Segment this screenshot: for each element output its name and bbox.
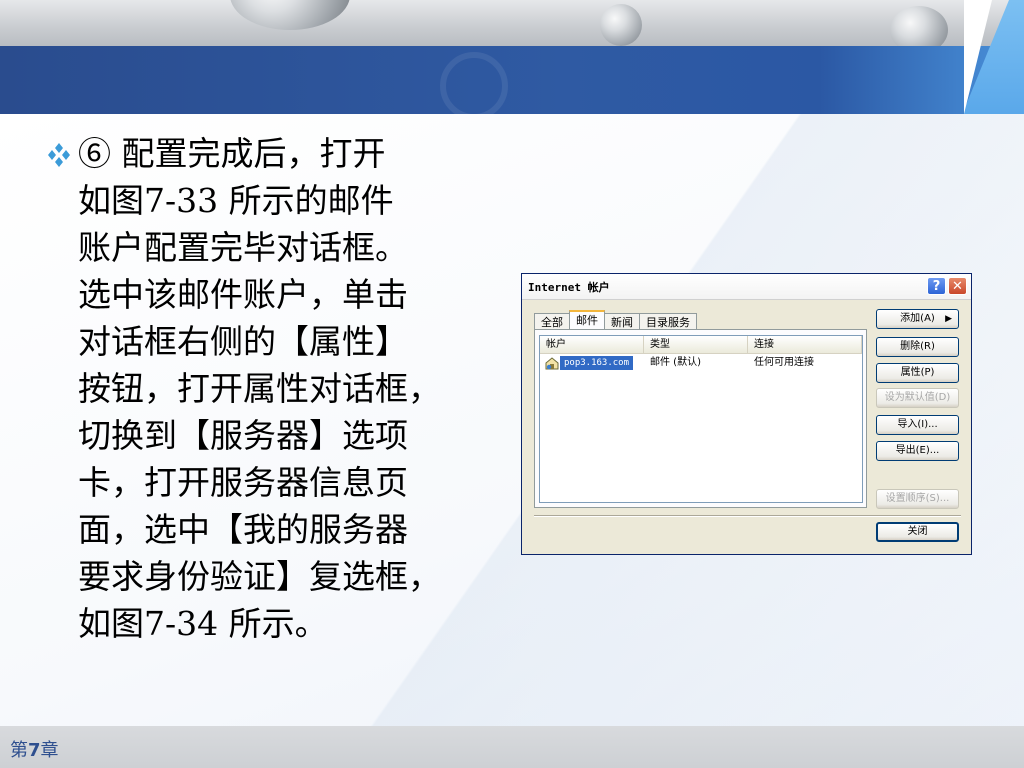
close-window-button[interactable]: ✕ bbox=[948, 277, 967, 295]
chapter-label: 第7章 bbox=[10, 736, 59, 762]
dialog-title: Internet 帐户 bbox=[528, 281, 610, 294]
add-button[interactable]: 添加(A) ▶ bbox=[876, 309, 959, 329]
water-drop-decoration bbox=[890, 6, 948, 46]
mail-tab-panel: 帐户 类型 连接 pop3.163.com 邮件 (默认) 任何可用连接 bbox=[534, 329, 867, 508]
import-button[interactable]: 导入(I)... bbox=[876, 415, 959, 435]
account-connection-cell: 任何可用连接 bbox=[754, 357, 814, 368]
header-blue-band bbox=[0, 46, 1024, 120]
set-order-button[interactable]: 设置顺序(S)... bbox=[876, 489, 959, 509]
tab-strip: 全部 邮件 新闻 目录服务 bbox=[534, 310, 697, 330]
tab-directory-service[interactable]: 目录服务 bbox=[639, 313, 697, 330]
ring-decoration bbox=[440, 52, 508, 120]
account-list-header: 帐户 类型 连接 bbox=[540, 336, 862, 354]
account-type-cell: 邮件 (默认) bbox=[650, 357, 701, 368]
slide-footer: 第7章 bbox=[0, 726, 1024, 768]
set-default-button[interactable]: 设为默认值(D) bbox=[876, 388, 959, 408]
water-drop-decoration bbox=[230, 0, 350, 30]
table-row[interactable]: pop3.163.com 邮件 (默认) 任何可用连接 bbox=[540, 354, 862, 372]
dialog-titlebar: Internet 帐户 ? ✕ bbox=[522, 274, 971, 300]
arrow-right-icon: ▶ bbox=[945, 314, 952, 324]
account-list[interactable]: 帐户 类型 连接 pop3.163.com 邮件 (默认) 任何可用连接 bbox=[539, 335, 863, 503]
remove-button[interactable]: 删除(R) bbox=[876, 337, 959, 357]
properties-button[interactable]: 属性(P) bbox=[876, 363, 959, 383]
mail-account-icon bbox=[545, 357, 559, 370]
export-button[interactable]: 导出(E)... bbox=[876, 441, 959, 461]
column-header-connection[interactable]: 连接 bbox=[748, 336, 862, 353]
chapter-prefix: 第 bbox=[10, 740, 28, 761]
water-drop-decoration bbox=[600, 4, 642, 46]
column-header-type[interactable]: 类型 bbox=[644, 336, 748, 353]
help-button[interactable]: ? bbox=[927, 277, 946, 295]
account-name-cell: pop3.163.com bbox=[560, 356, 634, 370]
chapter-number: 7 bbox=[28, 740, 41, 761]
tab-news[interactable]: 新闻 bbox=[604, 313, 640, 330]
add-button-label: 添加(A) bbox=[900, 313, 935, 324]
close-button[interactable]: 关闭 bbox=[876, 522, 959, 542]
slide-body-text: ⑥ 配置完成后，打开 如图7-33 所示的邮件 账户配置完毕对话框。 选中该邮件… bbox=[78, 134, 441, 643]
tab-all[interactable]: 全部 bbox=[534, 313, 570, 330]
diamond-bullet-icon bbox=[48, 143, 70, 167]
chapter-suffix: 章 bbox=[40, 740, 59, 761]
dialog-separator bbox=[534, 515, 961, 517]
header-gray-band bbox=[0, 0, 1024, 46]
tab-mail[interactable]: 邮件 bbox=[569, 310, 605, 330]
column-header-account[interactable]: 帐户 bbox=[540, 336, 644, 353]
internet-accounts-dialog: Internet 帐户 ? ✕ 全部 邮件 新闻 目录服务 帐户 类型 连接 p… bbox=[521, 273, 972, 555]
